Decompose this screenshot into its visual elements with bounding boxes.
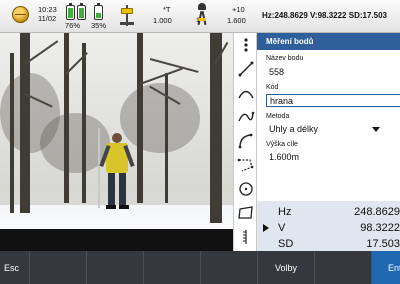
globe-icon[interactable] (12, 6, 29, 23)
instrument-flag: *T (163, 5, 171, 14)
code-label: Kód (266, 84, 279, 91)
point-name-label: Název bodu (266, 55, 304, 62)
softkey-empty[interactable] (87, 251, 144, 284)
status-time: 10:23 (38, 5, 57, 14)
reading-label: Hz (278, 206, 292, 218)
draw-line-icon[interactable] (236, 59, 256, 79)
instrument-icon[interactable] (120, 5, 134, 26)
target-prefix: 1 (196, 17, 200, 24)
reading-label: SD (278, 238, 294, 250)
battery-icon[interactable] (66, 2, 75, 20)
status-bar: 10:23 11/02 76% 35% *T 1.000 1 +10 1.600… (0, 0, 400, 33)
draw-arc-icon[interactable] (236, 83, 256, 103)
options-button[interactable]: Volby (258, 251, 315, 284)
target-height-field[interactable]: 1.600m (266, 151, 400, 164)
rectangle-tool-icon[interactable] (236, 203, 256, 223)
battery-icon[interactable] (77, 2, 86, 20)
esc-button[interactable]: Esc (0, 251, 30, 284)
polyline-tool-icon[interactable] (236, 155, 256, 175)
target-height-label: Výška cíle (266, 141, 298, 148)
panel-title: Měření bodů (257, 33, 400, 50)
softkey-empty[interactable] (30, 251, 87, 284)
softkey-bar: Esc Volby Enter (0, 251, 400, 284)
softkey-empty[interactable] (144, 251, 201, 284)
code-field[interactable]: hrana (266, 94, 400, 107)
enter-button[interactable]: Enter (372, 251, 400, 284)
reading-label: V (278, 222, 286, 234)
softkey-empty[interactable] (315, 251, 372, 284)
softkey-empty[interactable] (201, 251, 258, 284)
status-date: 11/02 (38, 14, 57, 23)
draw-curve-icon[interactable] (236, 107, 256, 127)
target-height: 1.600 (227, 16, 246, 25)
measure-points-panel: Měření bodů Název bodu 558 Kód hrana Met… (257, 33, 400, 251)
method-label: Metoda (266, 113, 290, 120)
instrument-value: 1.000 (153, 16, 172, 25)
drawing-toolbar (233, 33, 257, 251)
reading-value: 17.503 (366, 238, 400, 250)
target-offset: +10 (232, 5, 245, 14)
battery-percent: 35% (91, 21, 107, 30)
camera-view[interactable] (0, 33, 233, 251)
current-reading-marker (263, 224, 269, 232)
reading-value: 98.3222 (360, 222, 400, 234)
readings-panel: Hz 248.8629 V 98.3222 SD 17.503 (257, 201, 400, 251)
more-vert-icon[interactable] (236, 35, 256, 55)
battery-percent: 76% (65, 21, 81, 30)
reading-value: 248.8629 (354, 206, 400, 218)
point-name-field[interactable]: 558 (266, 66, 400, 79)
chevron-down-icon (372, 127, 380, 132)
method-select[interactable]: Uhly a délky (266, 123, 400, 136)
battery-icon[interactable] (94, 2, 103, 20)
method-value: Uhly a délky (269, 124, 319, 134)
circle-tool-icon[interactable] (236, 179, 256, 199)
ruler-tool-icon[interactable] (236, 227, 256, 247)
arc-tool-icon[interactable] (236, 131, 256, 151)
hv-sd-readout: Hz:248.8629 V:98.3222 SD:17.503 (262, 11, 387, 20)
